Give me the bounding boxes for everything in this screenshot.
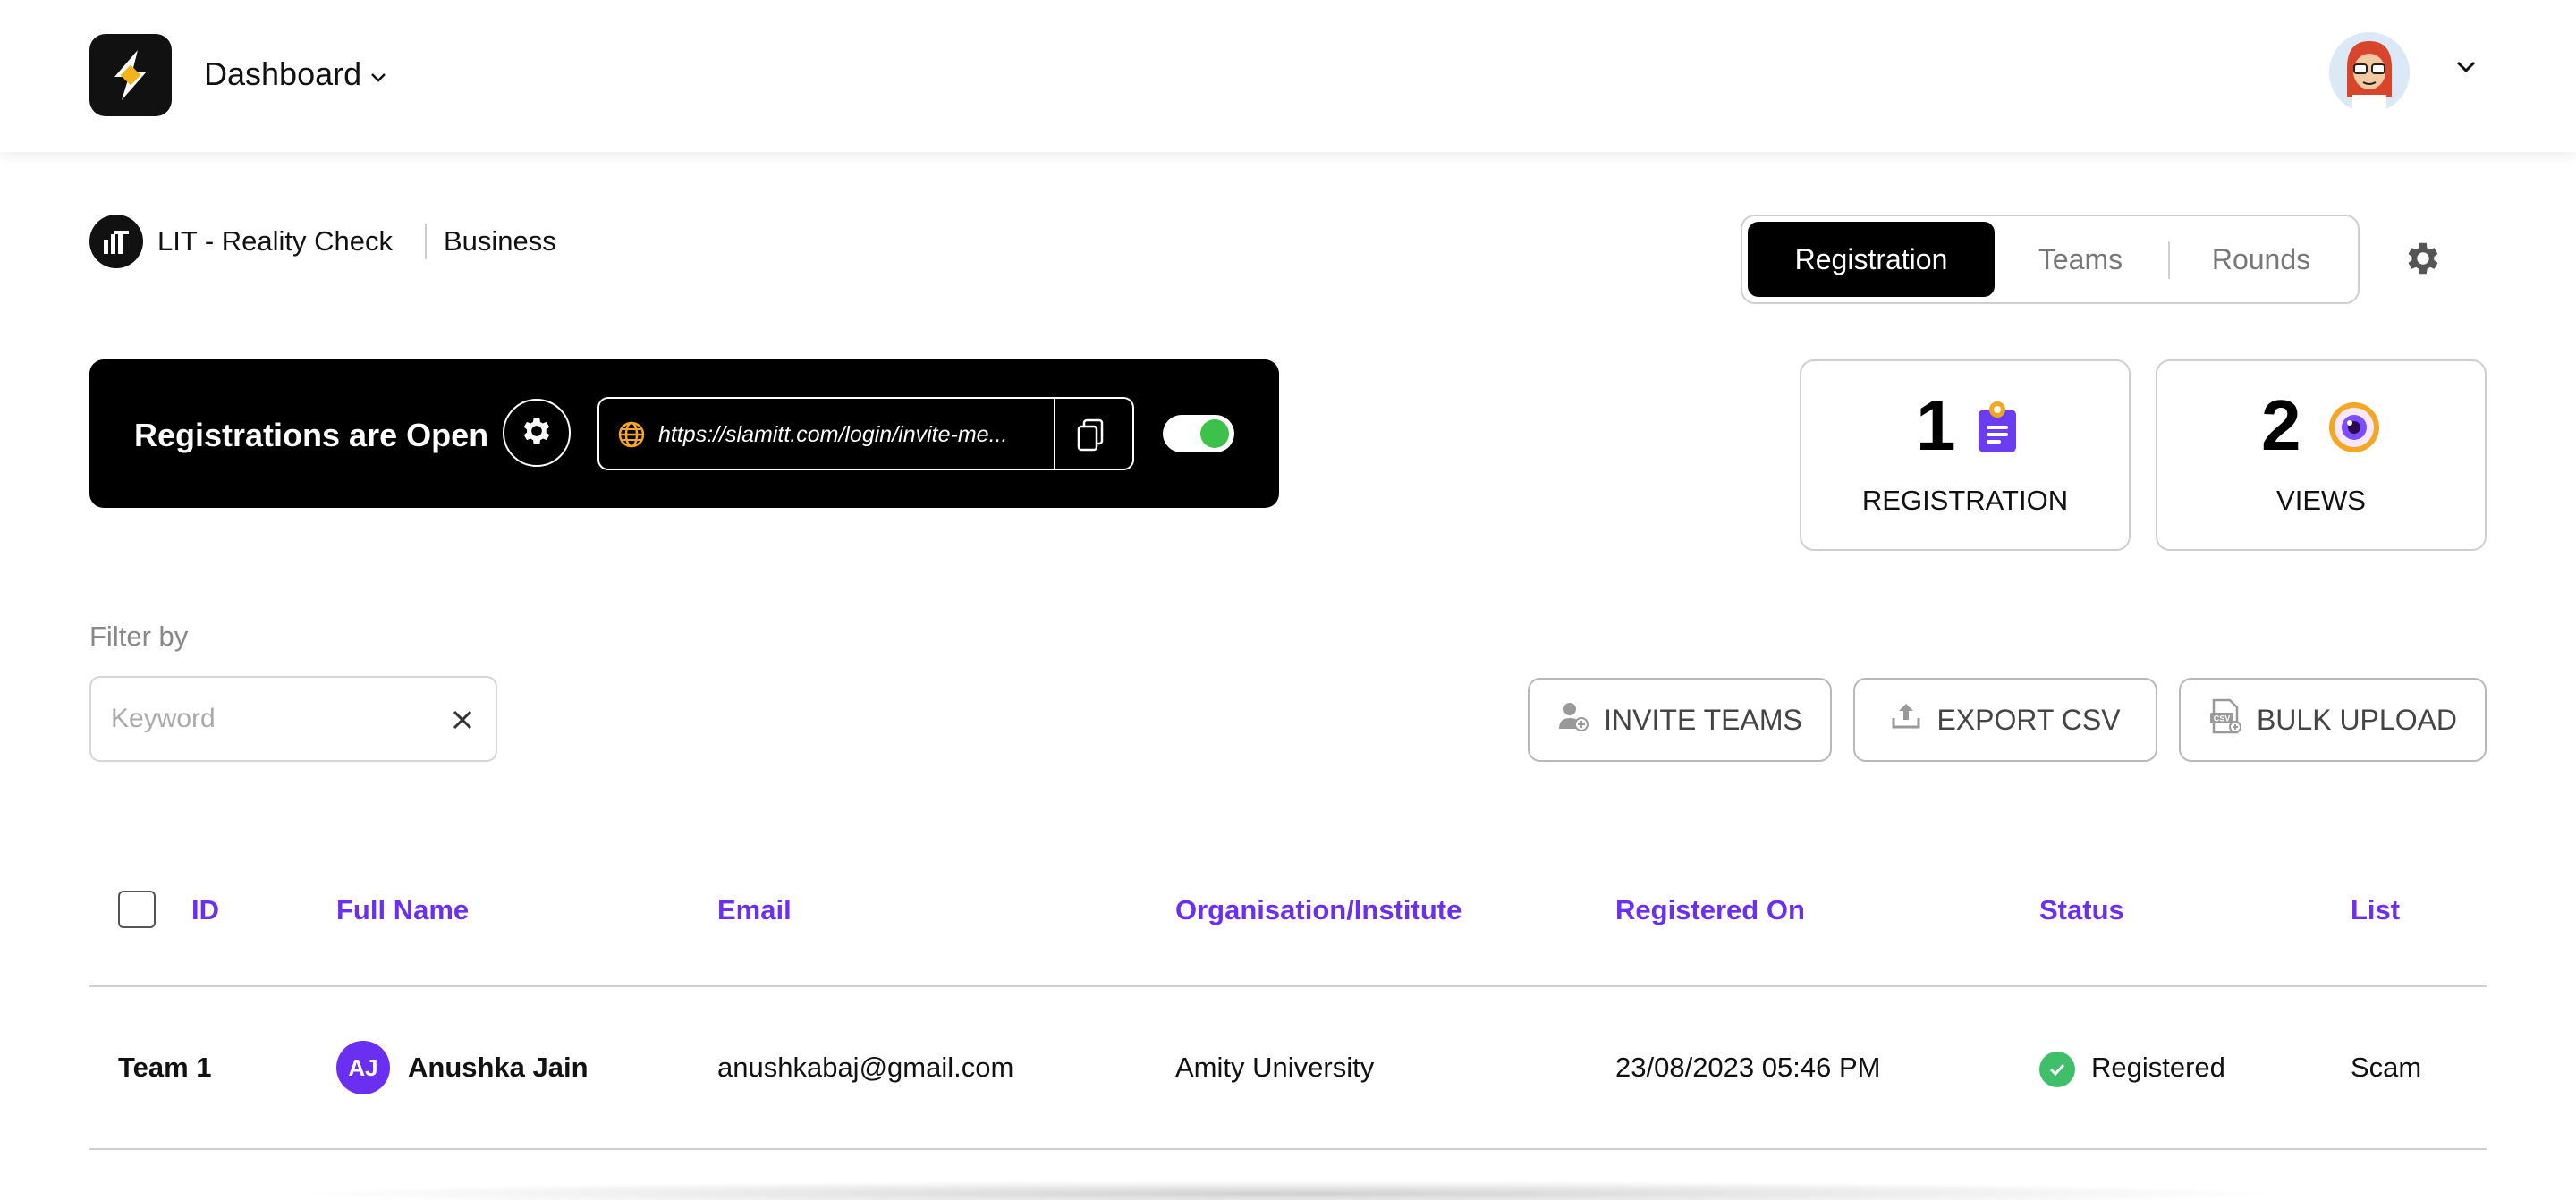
table-header: ID Full Name Email Organisation/Institut…	[89, 880, 2487, 987]
column-id[interactable]: ID	[191, 894, 219, 926]
invite-link-url: https://slamitt.com/login/invite-me...	[658, 422, 1008, 447]
column-email[interactable]: Email	[717, 894, 792, 926]
copy-icon[interactable]	[1075, 418, 1106, 457]
bulk-upload-label: BULK UPLOAD	[2256, 703, 2458, 736]
event-type: Business	[444, 225, 556, 257]
section-tabs: Registration Teams Rounds	[1741, 215, 2360, 304]
column-status[interactable]: Status	[2039, 894, 2124, 926]
row-email: anushkabaj@gmail.com	[717, 1052, 1014, 1083]
gear-icon[interactable]	[2402, 238, 2444, 283]
registration-count: 1	[1916, 385, 1956, 465]
tab-rounds[interactable]: Rounds	[2172, 222, 2351, 297]
bulk-upload-button[interactable]: CSV BULK UPLOAD	[2179, 678, 2487, 762]
clipboard-icon	[1975, 401, 2020, 459]
user-avatar[interactable]	[2329, 32, 2410, 113]
column-list[interactable]: List	[2351, 894, 2400, 926]
invite-teams-label: INVITE TEAMS	[1604, 703, 1802, 736]
views-label: VIEWS	[2276, 485, 2366, 516]
column-full-name[interactable]: Full Name	[336, 894, 469, 926]
close-icon[interactable]	[451, 708, 474, 736]
keyword-filter	[89, 676, 497, 762]
divider	[1054, 399, 1055, 469]
keyword-input[interactable]	[111, 701, 433, 737]
divider	[425, 224, 427, 259]
add-user-icon	[1557, 700, 1589, 739]
chevron-down-icon[interactable]	[2456, 61, 2476, 78]
app-logo[interactable]	[89, 34, 172, 116]
registration-toggle[interactable]	[1163, 415, 1234, 452]
dashboard-switcher[interactable]: Dashboard	[204, 55, 386, 93]
export-csv-label: EXPORT CSV	[1936, 703, 2121, 736]
toggle-knob	[1200, 419, 1229, 448]
registration-settings-button[interactable]	[503, 399, 571, 467]
top-navbar: Dashboard	[0, 0, 2576, 152]
divider	[2168, 241, 2170, 279]
csv-file-icon: CSV	[2208, 698, 2242, 741]
filter-label: Filter by	[89, 621, 189, 652]
row-id: Team 1	[118, 1052, 212, 1083]
registration-status-title: Registrations are Open	[134, 417, 489, 453]
row-status: Registered	[2091, 1052, 2225, 1083]
bottom-shadow	[286, 1180, 2290, 1200]
registration-count-card: 1 REGISTRATION	[1800, 359, 2131, 551]
row-registered-on: 23/08/2023 05:46 PM	[1615, 1052, 1881, 1083]
export-csv-button[interactable]: EXPORT CSV	[1853, 678, 2157, 762]
column-registered-on[interactable]: Registered On	[1615, 894, 1805, 926]
upload-icon	[1890, 700, 1922, 739]
tab-registration[interactable]: Registration	[1748, 222, 1995, 297]
invite-link-box[interactable]: https://slamitt.com/login/invite-me...	[597, 397, 1134, 470]
select-all-checkbox[interactable]	[118, 891, 156, 928]
row-full-name[interactable]: Anushka Jain	[408, 1052, 589, 1084]
gear-icon	[519, 413, 555, 453]
check-circle-icon	[2039, 1052, 2075, 1087]
event-logo	[89, 215, 143, 268]
dashboard-label: Dashboard	[204, 55, 362, 92]
globe-icon	[617, 420, 646, 453]
row-organisation: Amity University	[1175, 1052, 1375, 1083]
invite-teams-button[interactable]: INVITE TEAMS	[1528, 678, 1832, 762]
table-row[interactable]: Team 1 AJ Anushka Jain anushkabaj@gmail.…	[89, 987, 2487, 1150]
event-name: LIT - Reality Check	[157, 225, 394, 257]
registration-label: REGISTRATION	[1861, 485, 2069, 516]
column-organisation[interactable]: Organisation/Institute	[1175, 894, 1462, 926]
eye-icon	[2327, 401, 2381, 459]
row-list: Scam	[2351, 1052, 2422, 1083]
avatar: AJ	[336, 1041, 390, 1094]
views-count-card: 2 VIEWS	[2156, 359, 2487, 551]
registration-banner: Registrations are Open https://slamitt.c…	[89, 359, 1279, 508]
tab-teams[interactable]: Teams	[2002, 222, 2159, 297]
chevron-down-icon	[370, 65, 386, 89]
svg-text:CSV: CSV	[2214, 714, 2231, 723]
views-count: 2	[2261, 385, 2301, 465]
